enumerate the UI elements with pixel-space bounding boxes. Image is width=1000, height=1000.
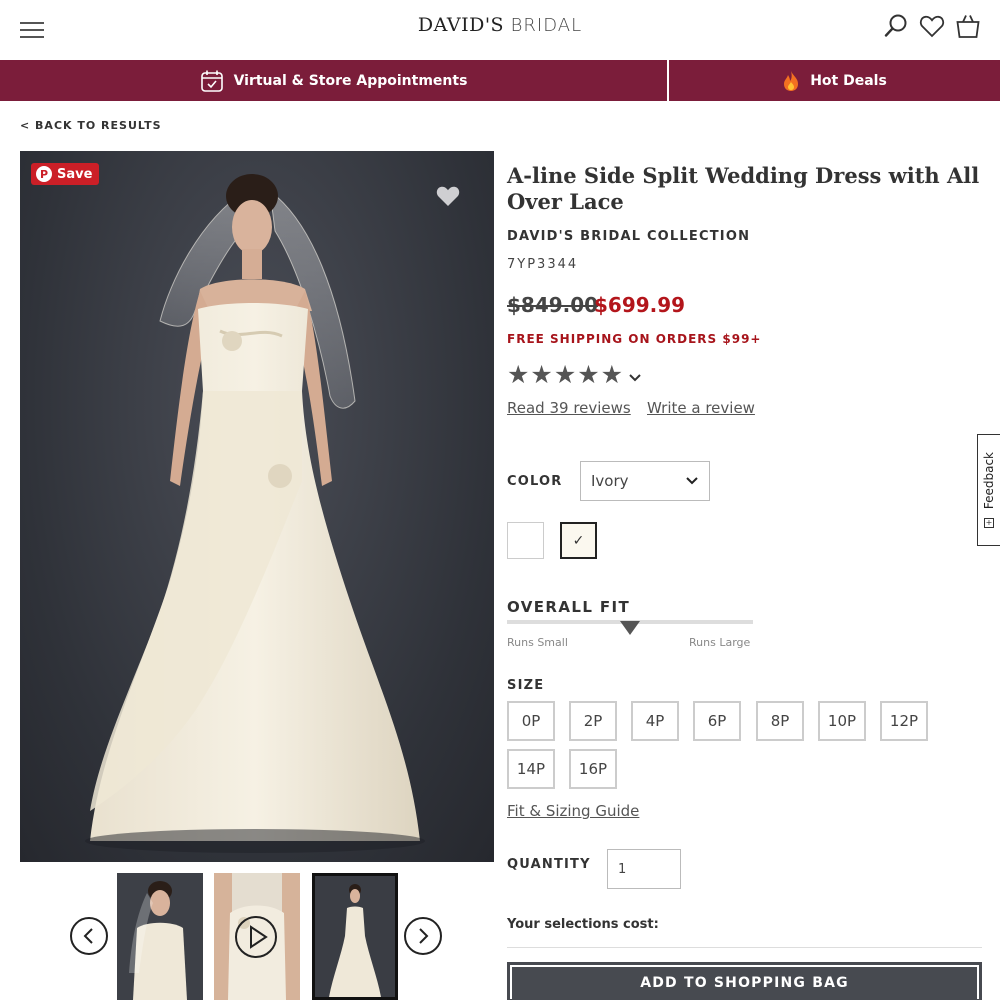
product-sku: 7YP3344 bbox=[507, 257, 579, 272]
header-icons bbox=[882, 12, 982, 40]
star-rating: ★★★★★ bbox=[507, 360, 625, 389]
product-brand: DAVID'S BRIDAL COLLECTION bbox=[507, 229, 751, 244]
size-option[interactable]: 4P bbox=[631, 701, 679, 741]
selections-cost-label: Your selections cost: bbox=[507, 917, 659, 932]
size-label: SIZE bbox=[507, 678, 545, 693]
fit-sizing-guide-link[interactable]: Fit & Sizing Guide bbox=[507, 802, 639, 820]
fit-runs-large-label: Runs Large bbox=[689, 636, 751, 649]
write-review-link[interactable]: Write a review bbox=[647, 399, 755, 417]
carousel-next-button[interactable] bbox=[404, 917, 442, 955]
size-option[interactable]: 16P bbox=[569, 749, 617, 789]
color-selected-value: Ivory bbox=[591, 472, 629, 490]
quantity-label: QUANTITY bbox=[507, 857, 591, 872]
feedback-label: Feedback bbox=[982, 452, 996, 510]
size-option[interactable]: 8P bbox=[756, 701, 804, 741]
read-reviews-link[interactable]: Read 39 reviews bbox=[507, 399, 631, 417]
flame-icon bbox=[784, 70, 799, 91]
quantity-input[interactable] bbox=[607, 849, 681, 889]
pinterest-save-button[interactable]: P Save bbox=[31, 163, 100, 185]
hot-deals-link[interactable]: Hot Deals bbox=[669, 60, 1000, 101]
size-option[interactable]: 0P bbox=[507, 701, 555, 741]
play-icon[interactable] bbox=[234, 915, 278, 963]
original-price: $849.00 bbox=[507, 293, 599, 317]
sale-price: $699.99 bbox=[594, 293, 686, 317]
fit-marker bbox=[620, 621, 640, 635]
feedback-icon: + bbox=[984, 517, 994, 528]
hot-deals-label: Hot Deals bbox=[810, 72, 887, 89]
chevron-right-icon bbox=[419, 928, 429, 944]
thumbnail-image bbox=[117, 873, 203, 1000]
wishlist-heart-icon[interactable] bbox=[918, 12, 946, 40]
feedback-tab[interactable]: Feedback + bbox=[977, 434, 1000, 546]
chevron-left-icon bbox=[83, 928, 93, 944]
site-header: DAVID'S BRIDAL bbox=[0, 0, 1000, 60]
divider bbox=[507, 947, 982, 948]
size-option[interactable]: 10P bbox=[818, 701, 866, 741]
search-icon[interactable] bbox=[882, 12, 910, 40]
logo-main: DAVID'S bbox=[417, 14, 505, 36]
site-logo[interactable]: DAVID'S BRIDAL bbox=[0, 14, 1000, 36]
promo-banner: Virtual & Store Appointments Hot Deals bbox=[0, 60, 1000, 101]
color-swatch-ivory-selected[interactable]: ✓ bbox=[560, 522, 597, 559]
rating-chevron-down-icon[interactable] bbox=[628, 368, 642, 387]
back-to-results-link[interactable]: < BACK TO RESULTS bbox=[20, 119, 162, 132]
appointments-label: Virtual & Store Appointments bbox=[233, 72, 468, 89]
free-shipping-note: FREE SHIPPING ON ORDERS $99+ bbox=[507, 332, 762, 346]
favorite-heart-icon[interactable] bbox=[435, 185, 461, 211]
thumbnail-1[interactable] bbox=[117, 873, 203, 1000]
add-to-bag-label: ADD TO SHOPPING BAG bbox=[510, 965, 979, 999]
color-label: COLOR bbox=[507, 474, 563, 489]
add-to-shopping-bag-button[interactable]: ADD TO SHOPPING BAG bbox=[507, 962, 982, 1000]
check-icon: ✓ bbox=[572, 532, 585, 549]
logo-sub: BRIDAL bbox=[510, 15, 583, 36]
calendar-check-icon bbox=[200, 70, 223, 92]
carousel-prev-button[interactable] bbox=[70, 917, 108, 955]
product-main-image[interactable]: P Save bbox=[20, 151, 494, 862]
appointments-link[interactable]: Virtual & Store Appointments bbox=[0, 60, 669, 101]
chevron-down-icon bbox=[686, 477, 698, 485]
size-option[interactable]: 14P bbox=[507, 749, 555, 789]
fit-runs-small-label: Runs Small bbox=[507, 636, 568, 649]
thumbnail-3-selected[interactable] bbox=[312, 873, 398, 1000]
product-title: A-line Side Split Wedding Dress with All… bbox=[507, 163, 980, 214]
pinterest-save-label: Save bbox=[57, 166, 93, 182]
color-swatch-white[interactable] bbox=[507, 522, 544, 559]
size-option[interactable]: 2P bbox=[569, 701, 617, 741]
size-option[interactable]: 12P bbox=[880, 701, 928, 741]
overall-fit-title: OVERALL FIT bbox=[507, 598, 631, 616]
wedding-dress-photo bbox=[85, 174, 425, 853]
pinterest-icon: P bbox=[36, 166, 52, 182]
thumbnail-image bbox=[315, 876, 395, 997]
shopping-bag-icon[interactable] bbox=[954, 12, 982, 40]
size-option[interactable]: 6P bbox=[693, 701, 741, 741]
thumbnail-video[interactable] bbox=[214, 873, 300, 1000]
color-select[interactable]: Ivory bbox=[580, 461, 710, 501]
